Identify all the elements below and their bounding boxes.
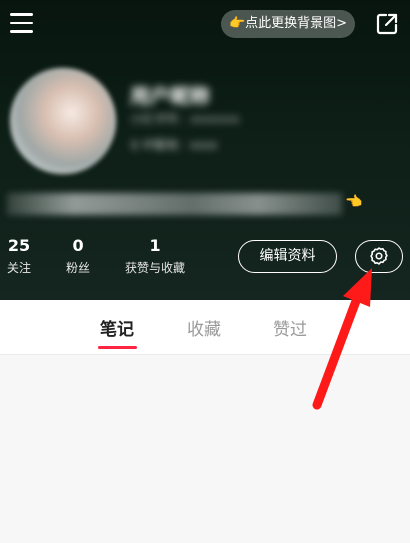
red-annotation-arrow [312,268,372,410]
